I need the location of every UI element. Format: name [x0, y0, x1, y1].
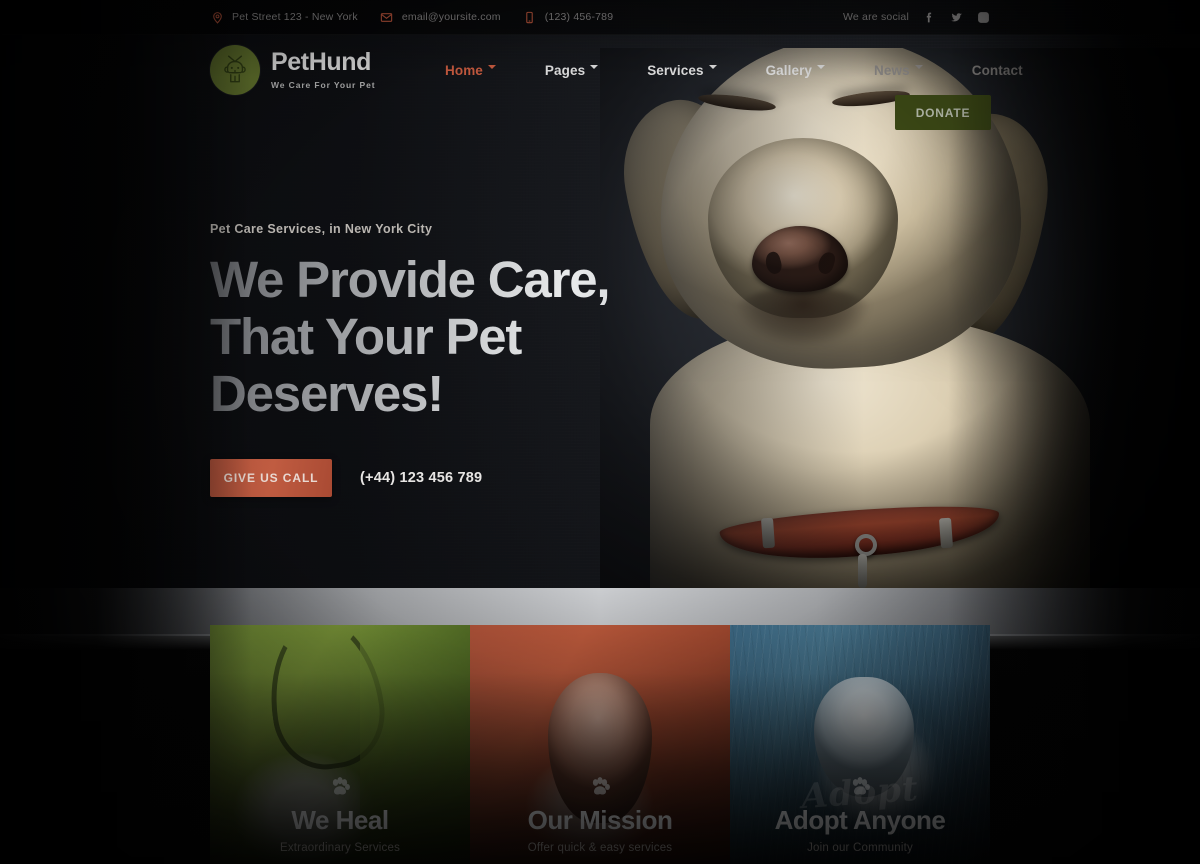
- card-title: We Heal: [291, 805, 389, 835]
- contact-phone[interactable]: (123) 456-789: [523, 10, 614, 24]
- site-header: PetHund We Care For Your Pet Home Pages …: [0, 35, 1200, 130]
- chevron-down-icon: [708, 65, 717, 73]
- facebook-icon[interactable]: [922, 10, 936, 24]
- nav-item-contact[interactable]: Contact: [972, 63, 1048, 78]
- card-subtitle: Extraordinary Services: [279, 842, 401, 854]
- paw-icon: [744, 775, 976, 799]
- hero-title-line-1: We Provide Care,: [210, 251, 610, 308]
- paw-icon: [484, 775, 716, 799]
- card-title: Adopt Anyone: [774, 805, 946, 835]
- contact-phone-text: (123) 456-789: [544, 11, 614, 23]
- contact-address[interactable]: Pet Street 123 - New York: [210, 10, 358, 24]
- location-pin-icon: [210, 10, 224, 24]
- card-body: Our Mission Offer quick & easy services: [470, 775, 730, 854]
- dog-badge-icon: [210, 45, 260, 95]
- nav-item-services-label: Services: [647, 62, 704, 78]
- hero-title-line-2: That Your Pet: [210, 308, 522, 365]
- top-contact-bar: Pet Street 123 - New York email@yoursite…: [0, 0, 1200, 35]
- donate-button[interactable]: DONATE: [895, 95, 991, 130]
- card-subtitle: Offer quick & easy services: [527, 842, 673, 854]
- hero-title: We Provide Care, That Your Pet Deserves!: [210, 254, 770, 419]
- card-title: Our Mission: [527, 805, 673, 835]
- envelope-icon: [380, 10, 394, 24]
- twitter-icon[interactable]: [949, 10, 963, 24]
- nav-item-pages[interactable]: Pages: [545, 63, 623, 78]
- logo-name: PetHund: [271, 48, 371, 76]
- nav-item-home[interactable]: Home: [445, 63, 521, 78]
- card-subtitle: Join our Community: [807, 842, 913, 854]
- nav-item-services[interactable]: Services: [647, 63, 741, 78]
- social-label: We are social: [842, 11, 909, 23]
- contact-email[interactable]: email@yoursite.com: [380, 10, 501, 24]
- mobile-phone-icon: [523, 10, 537, 24]
- social-links: We are social: [843, 10, 990, 24]
- give-us-call-button[interactable]: GIVE US CALL: [210, 459, 332, 497]
- hero-phone-number[interactable]: (+44) 123 456 789: [360, 470, 482, 486]
- nav-item-contact-label: Contact: [971, 62, 1023, 78]
- paw-icon: [224, 775, 456, 799]
- nav-item-gallery-label: Gallery: [765, 62, 813, 78]
- logo-tagline: We Care For Your Pet: [271, 80, 376, 90]
- service-cards: We Heal Extraordinary Services Our Missi…: [210, 625, 990, 864]
- card-body: Adopt Anyone Join our Community: [730, 775, 990, 854]
- nav-item-news-label: News: [874, 62, 910, 78]
- nav-item-news[interactable]: News: [874, 63, 948, 78]
- hero-title-line-3: Deserves!: [210, 365, 444, 422]
- chevron-down-icon: [487, 65, 496, 73]
- nav-item-gallery[interactable]: Gallery: [766, 63, 850, 78]
- chevron-down-icon: [817, 65, 826, 73]
- service-card-we-heal[interactable]: We Heal Extraordinary Services: [210, 625, 470, 864]
- contact-address-text: Pet Street 123 - New York: [232, 11, 358, 23]
- hero-content: Pet Care Services, in New York City We P…: [210, 222, 770, 497]
- service-card-adopt-anyone[interactable]: Adopt Adopt Anyone Join our Community: [730, 625, 990, 864]
- nav-item-home-label: Home: [445, 62, 483, 78]
- page-root: Pet Street 123 - New York email@yoursite…: [0, 0, 1200, 864]
- hero-subtitle: Pet Care Services, in New York City: [210, 222, 433, 236]
- chevron-down-icon: [914, 65, 923, 73]
- service-card-our-mission[interactable]: Our Mission Offer quick & easy services: [470, 625, 730, 864]
- chevron-down-icon: [590, 65, 599, 73]
- site-logo[interactable]: PetHund We Care For Your Pet: [210, 45, 375, 95]
- nav-item-pages-label: Pages: [544, 62, 586, 78]
- card-body: We Heal Extraordinary Services: [210, 775, 470, 854]
- instagram-icon[interactable]: [976, 10, 990, 24]
- hero-actions: GIVE US CALL (+44) 123 456 789: [210, 459, 770, 497]
- contact-email-text: email@yoursite.com: [401, 11, 501, 23]
